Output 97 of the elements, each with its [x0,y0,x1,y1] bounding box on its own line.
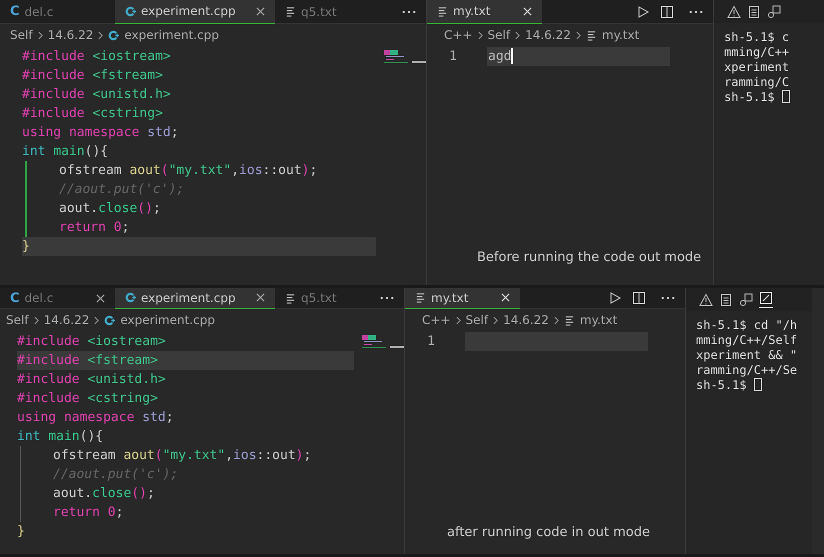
breadcrumb-item[interactable]: Self [10,28,33,42]
chevron-icon [493,316,498,325]
code-line: #include <iostream> [17,333,167,352]
breadcrumb-item[interactable]: Self [6,313,29,328]
document-icon[interactable] [747,4,762,18]
code-line: int main(){ [22,143,110,161]
breadcrumb-item[interactable]: C++ [444,28,472,42]
breadcrumb-item[interactable]: Self [488,28,510,42]
debug-console-icon[interactable] [767,4,782,18]
chevron-icon [515,30,520,40]
caption-text: after running code in out mode [446,525,651,542]
terminal-line: sh-5.1$ [696,378,748,392]
warning-icon[interactable] [727,4,742,18]
code-line: ofstream aout("my.txt",ios::out); [20,446,354,466]
chevron-icon [38,30,43,40]
minimap-drawing [384,50,408,64]
editor-tab[interactable]: C del.c [0,0,115,23]
breadcrumb-item[interactable]: 14.6.22 [525,28,571,42]
code-line: //aout.put('c'); [20,465,354,484]
editor-tab[interactable]: my.txt [427,0,542,24]
lines-icon [437,6,448,16]
split-editor-icon[interactable] [632,291,646,306]
terminal-line: sh-5.1$ [724,90,776,104]
close-icon[interactable] [96,294,105,303]
terminal-line: sh-5.1$ cd "/h [696,318,798,332]
breadcrumb-item[interactable]: C++ [422,313,450,328]
cpp-file-icon [125,292,136,304]
code-line: return 0; [20,503,354,522]
chevron-icon [94,316,100,325]
c-file-icon: C [10,4,20,19]
close-icon[interactable] [256,6,265,16]
code-line: #include <unistd.h> [17,371,167,390]
edit-icon[interactable] [759,291,773,308]
terminal-line: ramming/C [724,74,790,88]
code-line: ofstream aout("my.txt",ios::out); [25,161,376,180]
code-line: //aout.put('c'); [25,180,376,199]
terminal-line: xperiment [724,60,790,74]
code-line: using namespace std; [22,124,180,142]
cpp-file-icon [104,314,116,326]
c-file-icon: C [10,290,20,306]
breadcrumb-item[interactable]: 14.6.22 [48,28,94,42]
code-line: } [17,523,26,542]
breadcrumb-item[interactable]: experiment.cpp [120,313,215,328]
terminal-line: mming/C++ [724,44,790,58]
debug-console-icon[interactable] [739,292,753,307]
chevron-icon [554,316,559,325]
code-line: aout.close(); [20,484,354,504]
editor-tab[interactable]: C del.c [0,288,115,308]
code-line: #include <unistd.h> [22,86,172,104]
more-icon[interactable] [661,296,675,300]
code-line: #include <cstring> [17,390,159,408]
editor-tab[interactable]: experiment.cpp [115,288,275,309]
cpp-file-icon [125,6,136,16]
code-line: #include <fstream> [22,67,164,85]
code-line: #include <cstring> [22,105,164,123]
warning-icon[interactable] [699,292,713,307]
chevron-icon [98,30,104,40]
lines-icon [285,6,296,17]
editor-tab[interactable]: q5.txt [275,0,347,23]
breadcrumb-item[interactable]: my.txt [580,313,618,328]
editor-tab[interactable]: my.txt [405,288,520,309]
chevron-icon [456,316,460,325]
run-icon[interactable] [608,291,622,306]
lines-icon [415,292,426,304]
breadcrumb-item[interactable]: 14.6.22 [503,313,549,328]
breadcrumb-item[interactable]: 14.6.22 [44,313,90,328]
chevron-icon [478,30,482,40]
document-icon[interactable] [719,292,733,307]
breadcrumb-item[interactable]: my.txt [602,28,640,42]
terminal-line: sh-5.1$ c [724,30,790,44]
breadcrumb-item[interactable]: experiment.cpp [124,28,219,42]
lines-icon [564,314,575,326]
line-number: 1 [448,48,457,64]
lines-icon [586,30,597,40]
run-icon[interactable] [636,4,650,18]
terminal-line: xperiment && " [696,348,798,362]
editor-tab[interactable]: q5.txt [275,288,347,308]
line-number: 1 [426,334,435,349]
editor-tab[interactable]: experiment.cpp [115,0,275,24]
more-icon[interactable] [380,296,394,300]
code-line: int main(){ [17,428,104,446]
cpp-file-icon [108,30,120,40]
code-line: #include <iostream> [22,48,172,66]
code-line: using namespace std; [17,409,175,428]
caption-text: Before running the code out mode [476,250,702,268]
breadcrumb-item[interactable]: Self [466,313,488,328]
terminal-line: mming/C++/Self [696,332,798,347]
lines-icon [285,292,296,304]
terminal-line: ramming/C++/Se [696,362,798,377]
code-line: aout.close(); [25,199,376,218]
more-icon[interactable] [402,10,416,14]
split-editor-icon[interactable] [660,4,674,18]
minimap-drawing [362,335,386,350]
chevron-icon [34,316,39,325]
close-icon[interactable] [256,293,265,302]
chevron-icon [576,30,581,40]
more-icon[interactable] [689,10,704,14]
